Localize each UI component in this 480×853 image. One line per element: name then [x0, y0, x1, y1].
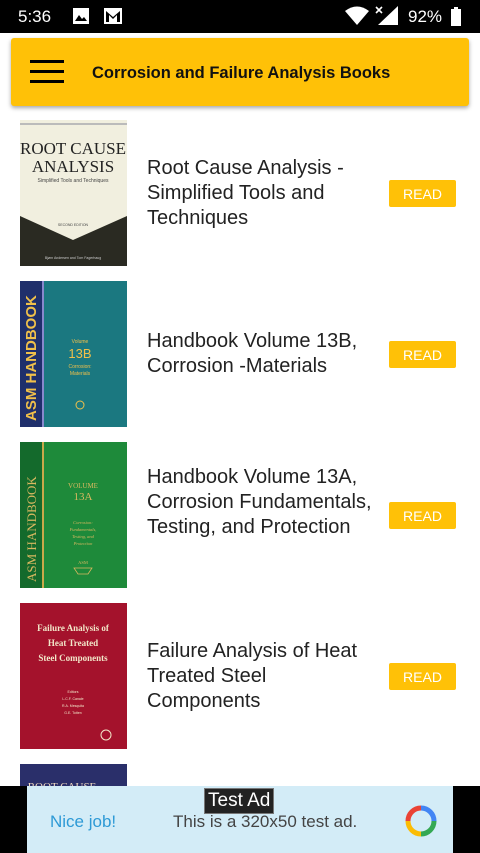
svg-text:Volume: Volume: [72, 339, 89, 345]
svg-text:R.A. Mesquita: R.A. Mesquita: [62, 704, 84, 708]
book-title: Handbook Volume 13A, Corrosion Fundament…: [147, 466, 372, 538]
book-cover-image: Failure Analysis of Heat Treated Steel C…: [20, 603, 127, 749]
svg-text:Corrosion:: Corrosion:: [73, 520, 93, 525]
status-bar: 5:36 92%: [0, 0, 480, 33]
read-button[interactable]: READ: [389, 502, 456, 529]
book-list-item[interactable]: ASM HANDBOOK VOLUME 13A Corrosion: Funda…: [0, 435, 480, 597]
svg-text:Materials: Materials: [70, 371, 91, 377]
svg-text:13A: 13A: [74, 491, 93, 503]
hamburger-menu-icon[interactable]: [30, 60, 64, 84]
svg-text:Protection: Protection: [73, 541, 94, 546]
svg-text:Simplified Tools and Technique: Simplified Tools and Techniques: [38, 178, 109, 184]
svg-text:SECOND EDITION: SECOND EDITION: [58, 223, 89, 227]
gmail-icon: [104, 8, 122, 24]
book-list-item[interactable]: ROOT CAUSE ANALYSIS Simplified Tools and…: [0, 113, 480, 275]
book-title: Failure Analysis of Heat Treated Steel C…: [147, 640, 358, 712]
battery-percent: 92%: [408, 7, 443, 26]
svg-text:ASM HANDBOOK: ASM HANDBOOK: [23, 295, 40, 421]
svg-text:Heat Treated: Heat Treated: [48, 638, 98, 648]
ad-description: This is a 320x50 test ad.: [173, 812, 358, 831]
book-list-item[interactable]: Failure Analysis of Heat Treated Steel C…: [0, 596, 480, 758]
svg-text:Steel Components: Steel Components: [38, 653, 108, 663]
battery-icon: [451, 7, 461, 26]
wifi-icon: [345, 6, 369, 25]
svg-text:Failure Analysis of: Failure Analysis of: [37, 623, 110, 633]
book-title: Root Cause Analysis - Simplified Tools a…: [147, 157, 344, 229]
read-button[interactable]: READ: [389, 341, 456, 368]
app-bar: Corrosion and Failure Analysis Books: [11, 38, 469, 106]
read-button[interactable]: READ: [389, 180, 456, 207]
ad-tag-label: Test Ad: [204, 788, 275, 814]
book-cover-image: ASM HANDBOOK Volume 13B Corrosion: Mater…: [20, 281, 127, 427]
svg-text:VOLUME: VOLUME: [68, 482, 98, 490]
status-time: 5:36: [18, 7, 52, 26]
svg-text:G.E. Totten: G.E. Totten: [64, 711, 81, 715]
svg-text:ASM: ASM: [78, 560, 88, 565]
svg-text:ROOT CAUSE: ROOT CAUSE: [20, 139, 126, 158]
svg-text:Bjørn Andersen and Tom Fagerha: Bjørn Andersen and Tom Fagerhaug: [45, 256, 101, 260]
signal-icon: [375, 6, 398, 25]
book-cover-image: ROOT CAUSE ANALYSIS Simplified Tools and…: [20, 120, 127, 266]
page-title: Corrosion and Failure Analysis Books: [92, 64, 391, 82]
ad-logo-icon: [405, 805, 437, 837]
ad-nice-text: Nice job!: [50, 812, 117, 831]
book-title: Handbook Volume 13B, Corrosion -Material…: [147, 330, 358, 377]
read-button[interactable]: READ: [389, 663, 456, 690]
svg-text:Editors: Editors: [68, 690, 79, 694]
svg-text:Corrosion:: Corrosion:: [68, 364, 91, 370]
svg-text:L.C.F. Canale: L.C.F. Canale: [62, 697, 83, 701]
image-icon: [73, 8, 89, 24]
svg-text:ASM HANDBOOK: ASM HANDBOOK: [24, 476, 39, 582]
svg-text:13B: 13B: [68, 346, 91, 361]
svg-text:ANALYSIS: ANALYSIS: [32, 157, 114, 176]
book-list-item[interactable]: ASM HANDBOOK Volume 13B Corrosion: Mater…: [0, 274, 480, 436]
book-cover-image: ASM HANDBOOK VOLUME 13A Corrosion: Funda…: [20, 442, 127, 588]
